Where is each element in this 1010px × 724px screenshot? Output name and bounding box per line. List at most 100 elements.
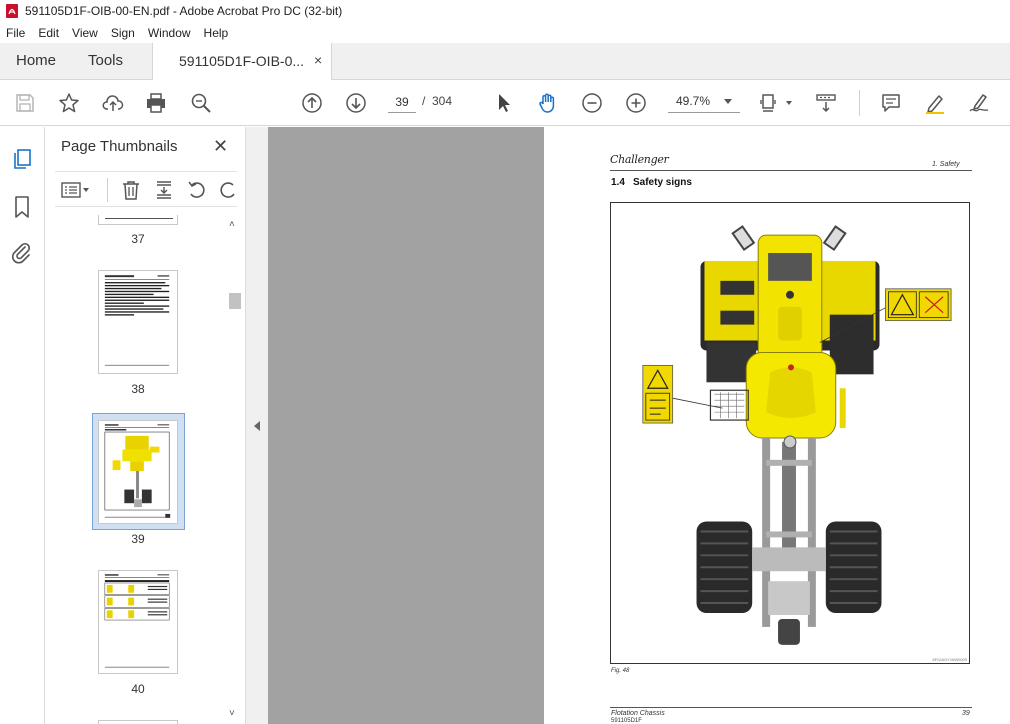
machine-top-view-illustration [642,225,952,645]
page-footer-code: 591105D1F [611,718,642,724]
thumbnail-label-39: 39 [131,532,145,546]
bookmark-star-button[interactable] [57,91,81,115]
print-button[interactable] [144,91,168,115]
chevron-down-icon [724,99,732,104]
page-footer-title: Flotation Chassis [611,710,665,717]
sign-button[interactable] [967,91,991,115]
page-footer-rule [610,707,972,708]
document-tab-label: 591105D1F-OIB-0... [179,53,305,69]
scroll-up-icon[interactable]: ˄ [229,219,235,230]
tab-home[interactable]: Home [16,43,56,79]
page-heading: Safety signs [633,177,692,188]
page-thumbnails-icon [14,149,31,169]
page-down-icon [346,93,366,113]
page-thumbnails-panel: Page Thumbnails ✕ 37 38 39 40 ˄ ˅ [45,127,245,724]
page-footer-number: 39 [962,710,970,717]
scrollbar-thumb[interactable] [229,293,241,309]
pdf-page: Challenger 1. Safety 1.4 Safety signs 6F… [544,127,1010,724]
zoom-level-dropdown[interactable]: 49.7% [668,91,740,113]
paperclip-icon [12,242,31,264]
panel-title: Page Thumbnails [61,138,178,155]
menu-sign[interactable]: Sign [105,26,141,40]
menu-edit[interactable]: Edit [32,26,65,40]
window-title: 591105D1F-OIB-00-EN.pdf - Adobe Acrobat … [25,4,343,18]
extract-pages-button[interactable] [153,179,175,201]
bookmarks-button[interactable] [10,195,34,219]
highlight-pen-icon [926,95,944,114]
rotate-left-button[interactable] [186,179,208,201]
panel-splitter[interactable] [245,127,268,724]
menu-window[interactable]: Window [142,26,197,40]
share-upload-button[interactable] [101,91,125,115]
page-brand-logo: Challenger [610,153,669,166]
table-page-preview [104,574,170,668]
thumbnail-toolbar [55,171,237,207]
thumbnail-scrollbar[interactable]: ˄ ˅ [228,215,241,724]
page-fit-button[interactable] [758,91,782,115]
close-tab-button[interactable]: × [314,52,322,68]
page-header-rule [610,170,972,171]
scroll-mode-icon [816,94,836,113]
thumbnail-options-button[interactable] [61,179,91,201]
scroll-down-icon[interactable]: ˅ [229,708,235,719]
toolbar-divider [859,90,860,116]
rotate-right-button[interactable] [217,179,237,201]
print-icon [147,93,165,113]
collapse-panel-icon[interactable] [254,421,260,431]
acrobat-pdf-icon [6,4,18,18]
thumbnail-page-40[interactable] [98,570,178,674]
document-view[interactable]: Challenger 1. Safety 1.4 Safety signs 6F… [268,127,1010,724]
page-separator: / [422,94,426,108]
save-icon [16,94,34,112]
menu-help[interactable]: Help [198,26,235,40]
tab-bar: Home Tools 591105D1F-OIB-0... × [0,43,1010,81]
select-tool-button[interactable] [492,91,516,115]
thumbnail-page-37[interactable] [98,215,178,225]
save-button[interactable] [13,91,37,115]
thumbnail-label-38: 38 [131,382,145,396]
find-zoom-button[interactable] [189,91,213,115]
find-zoom-icon [191,93,211,113]
navigation-rail [0,127,45,724]
main-toolbar: / 304 49.7% [0,80,1010,126]
menu-view[interactable]: View [66,26,104,40]
scroll-mode-button[interactable] [814,91,838,115]
tab-tools[interactable]: Tools [88,43,123,79]
total-pages: 304 [432,94,453,108]
close-panel-button[interactable]: ✕ [213,136,228,157]
thumbnail-list[interactable]: 37 38 39 40 [45,215,245,724]
zoom-in-button[interactable] [624,91,648,115]
zoom-out-button[interactable] [580,91,604,115]
thumbnail-label-40: 40 [131,682,145,696]
page-thumbnails-button[interactable] [10,147,34,171]
highlight-button[interactable] [923,91,947,115]
figure-caption: Fig. 48 [611,668,630,674]
thumbnail-page-41[interactable] [98,720,178,724]
next-page-button[interactable] [344,91,368,115]
bookmark-icon [15,196,29,218]
tab-document[interactable]: 591105D1F-OIB-0... × [152,43,332,81]
page-fit-caret-icon[interactable] [786,101,792,105]
attachments-button[interactable] [10,241,34,265]
thumbnail-page-39[interactable] [98,420,178,524]
comment-button[interactable] [879,91,903,115]
thumbnail-page-38[interactable] [98,270,178,374]
figure-page-preview [104,424,171,518]
rotate-right-icon [220,182,235,198]
delete-pages-button[interactable] [120,179,142,201]
thumb-footer-rule [105,218,173,219]
extract-pages-icon [157,181,171,199]
sign-pen-icon [969,94,989,112]
trash-icon [123,181,139,200]
page-up-icon [302,93,322,113]
page-number-input[interactable] [388,91,416,113]
select-arrow-icon [499,94,510,112]
acrobat-window: 591105D1F-OIB-00-EN.pdf - Adobe Acrobat … [0,0,1010,724]
title-bar: 591105D1F-OIB-00-EN.pdf - Adobe Acrobat … [0,0,1010,22]
options-list-icon [61,182,89,198]
bookmark-star-icon [59,93,79,113]
page-heading-number: 1.4 [611,177,625,188]
hand-tool-button[interactable] [536,91,560,115]
previous-page-button[interactable] [300,91,324,115]
menu-file[interactable]: File [0,26,31,40]
